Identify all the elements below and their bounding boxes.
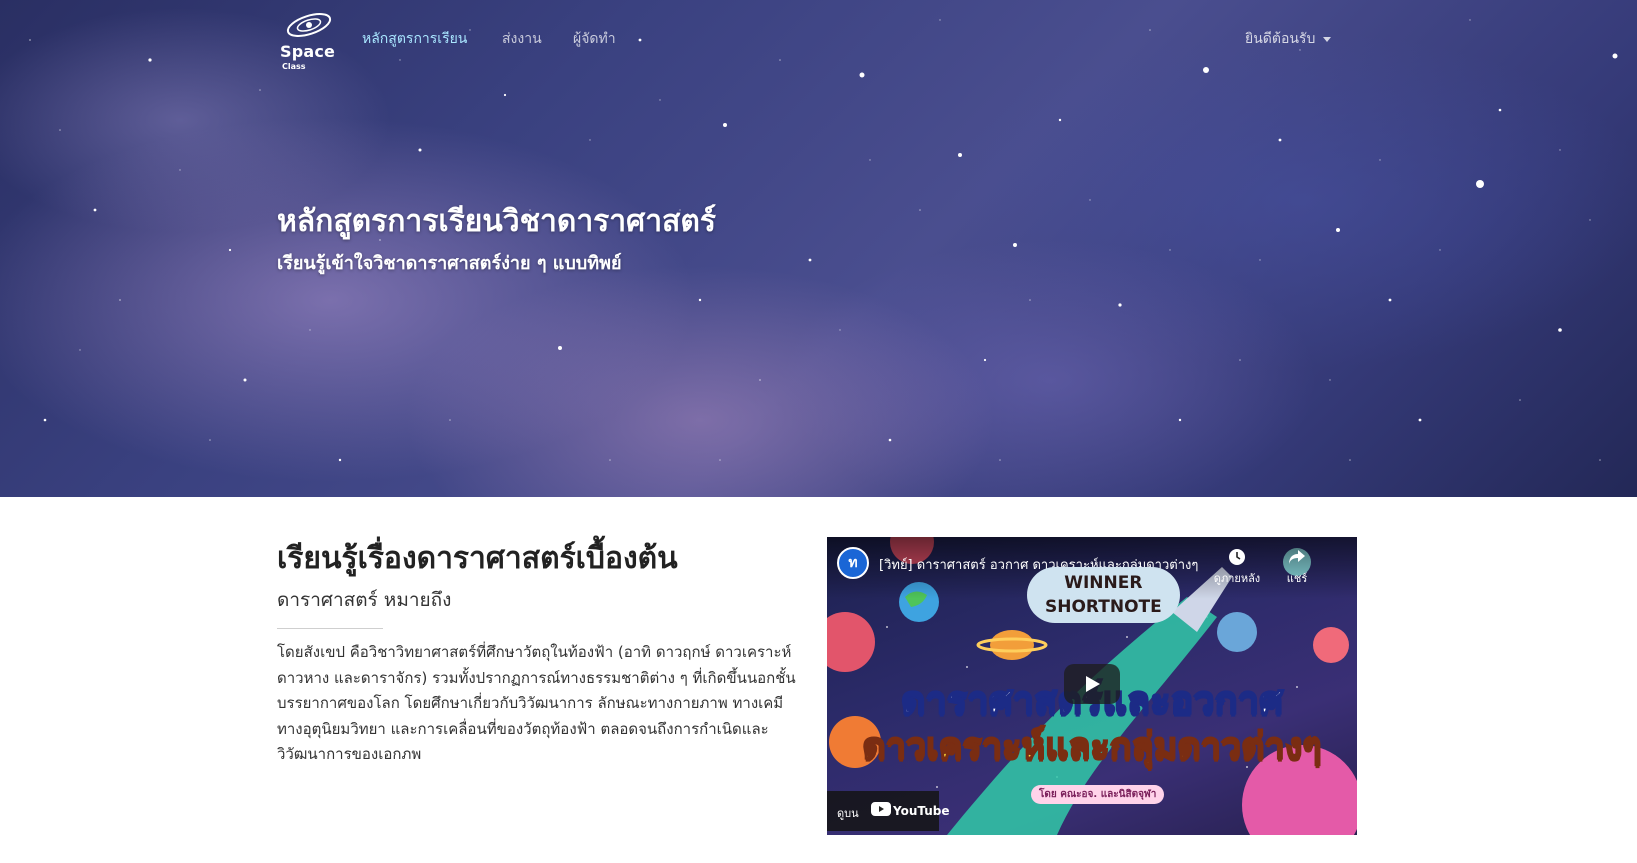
nav-item-creators[interactable]: ผู้จัดทำ — [573, 28, 616, 50]
thumbnail-badge: WINNER SHORTNOTE — [1027, 567, 1180, 623]
nav-item-courses[interactable]: หลักสูตรการเรียน — [362, 28, 467, 50]
share-button[interactable]: แชร์ — [1267, 547, 1327, 587]
top-navbar: Space Class หลักสูตรการเรียน ส่งงาน ผู้จ… — [0, 0, 1637, 80]
nav-item-submit-work[interactable]: ส่งงาน — [502, 28, 542, 50]
watch-later-button[interactable]: ดูภายหลัง — [1207, 547, 1267, 587]
site-logo[interactable]: Space Class — [278, 8, 340, 72]
section-title: เรียนรู้เรื่องดาราศาสตร์เบื้องต้น — [277, 541, 678, 576]
watch-on-label: ดูบน — [837, 807, 859, 820]
thumbnail-headline-2: ดาวเคราะห์และกลุ่มดาวต่างๆ — [861, 725, 1322, 768]
badge-line-2: SHORTNOTE — [1045, 597, 1162, 617]
badge-line-1: WINNER — [1064, 573, 1143, 593]
youtube-video-embed[interactable]: ท [วิทย์] ดาราศาสตร์ อวกาศ ดาวเคราะห์และ… — [827, 537, 1357, 835]
watch-later-label: ดูภายหลัง — [1213, 572, 1261, 585]
thumbnail-byline: โดย คณะอจ. และนิสิตจุฬา — [1031, 785, 1165, 804]
caret-down-icon — [1323, 36, 1332, 42]
share-label: แชร์ — [1286, 572, 1308, 585]
youtube-logo-icon: YouTube — [871, 802, 950, 819]
watch-on-youtube-button[interactable]: ดูบน YouTube — [827, 791, 950, 831]
youtube-wordmark: YouTube — [893, 804, 950, 818]
body-paragraph: โดยสังเขป คือวิชาวิทยาศาสตร์ที่ศึกษาวัตถ… — [277, 643, 796, 763]
galaxy-logo-icon — [286, 13, 332, 37]
hero-title: หลักสูตรการเรียนวิชาดาราศาสตร์ — [277, 204, 716, 239]
share-arrow-icon — [1289, 550, 1305, 564]
logo-title: Space — [280, 42, 336, 61]
logo-subtitle: Class — [282, 62, 306, 71]
hero-banner: Space Class หลักสูตรการเรียน ส่งงาน ผู้จ… — [0, 0, 1637, 497]
user-menu-label: ยินดีต้อนรับ — [1245, 31, 1316, 47]
hero-subtitle: เรียนรู้เข้าใจวิชาดาราศาสตร์ง่าย ๆ แบบทิ… — [277, 253, 622, 274]
section-subtitle: ดาราศาสตร์ หมายถึง — [277, 589, 452, 611]
user-menu-dropdown[interactable]: ยินดีต้อนรับ — [1245, 28, 1332, 50]
clock-icon — [1229, 549, 1245, 565]
channel-avatar[interactable]: ท — [837, 547, 869, 579]
play-button[interactable] — [1064, 664, 1120, 704]
divider — [277, 628, 383, 629]
